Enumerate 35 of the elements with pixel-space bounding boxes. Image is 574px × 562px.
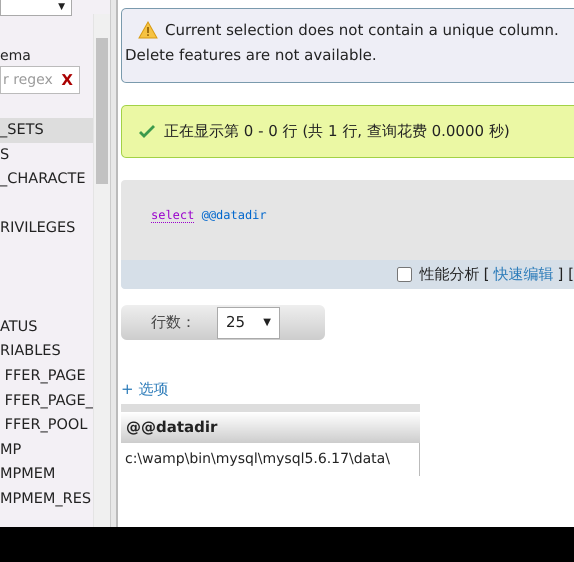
notice-text: Current selection does not contain a unique column.: [165, 20, 559, 41]
schema-label: ema: [0, 47, 32, 66]
scrollbar[interactable]: [93, 14, 110, 527]
notice-text: 正在显示第 0 - 0 行 (共 1 行, 查询花费 0.0000 秒): [164, 121, 510, 142]
database-select[interactable]: ▼: [0, 0, 72, 16]
notice-text: Delete features are not available.: [125, 44, 378, 66]
caret-icon: ▼: [263, 315, 271, 330]
scrollbar-thumb[interactable]: [96, 38, 108, 184]
tree-item[interactable]: MP: [0, 438, 93, 462]
tree-item[interactable]: S: [0, 142, 93, 168]
tree-item[interactable]: FFER_PAGE_: [0, 388, 93, 414]
rows-select[interactable]: 25 ▼: [217, 306, 280, 338]
profiling-checkbox[interactable]: [397, 267, 412, 282]
tree-item[interactable]: FFER_PAGE: [0, 364, 93, 389]
sql-query: select @@datadir: [150, 207, 268, 225]
warning-icon: [138, 21, 158, 40]
tree-item[interactable]: RIVILEGES: [0, 216, 93, 241]
filter-box[interactable]: r regex X: [0, 66, 80, 94]
options-link[interactable]: + 选项: [121, 378, 168, 400]
bracket-text: ] [: [558, 264, 574, 286]
tree-item[interactable]: _CHARACTE: [0, 167, 93, 192]
tree-item[interactable]: MPMEM_RES: [0, 486, 93, 512]
clear-button[interactable]: X: [61, 68, 73, 92]
bracket-text: [: [484, 264, 490, 286]
filter-field[interactable]: r regex: [3, 70, 53, 90]
tree-item[interactable]: RIABLES: [0, 339, 93, 364]
tree-item[interactable]: ATUS: [0, 314, 93, 340]
profiling-label: 性能分析: [420, 264, 480, 286]
check-icon: [138, 124, 156, 138]
rows-label: 行数：: [150, 312, 197, 334]
tree-item[interactable]: FFER_POOL: [0, 413, 93, 438]
caret-icon: ▼: [58, 0, 65, 14]
tree-item[interactable]: _SETS: [0, 118, 93, 143]
table-cell: c:\wamp\bin\mysql\mysql5.6.17\data\: [121, 442, 420, 476]
tree-item[interactable]: MPMEM: [0, 462, 93, 487]
